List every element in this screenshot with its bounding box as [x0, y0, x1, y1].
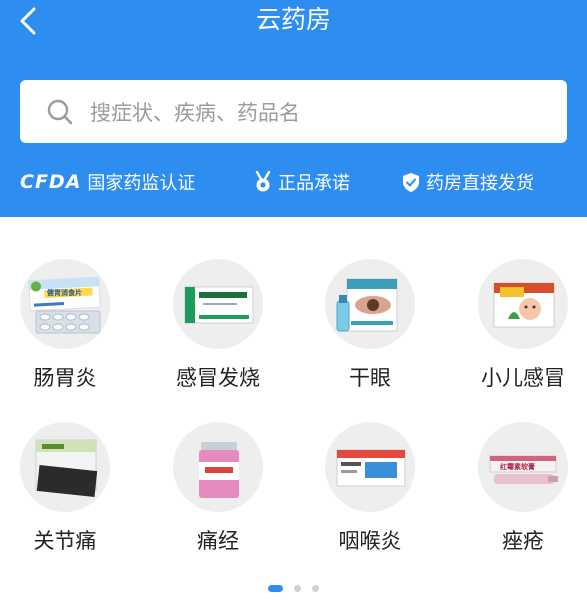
page-title: 云药房 — [255, 5, 331, 34]
category-dysmenorrhea[interactable]: 痛经 — [163, 422, 273, 572]
category-label: 感冒发烧 — [176, 366, 260, 390]
category-acne[interactable]: 红霉素软膏 痤疮 — [468, 422, 578, 572]
page-indicator — [0, 585, 587, 593]
category-label: 痛经 — [197, 529, 239, 553]
product-image — [478, 259, 568, 349]
category-joint-pain[interactable]: 关节痛 — [10, 422, 120, 572]
category-cold-fever[interactable]: 感冒发烧 — [163, 259, 273, 409]
product-image: 红霉素软膏 — [478, 422, 568, 512]
badge-direct: 药房直接发货 — [402, 169, 534, 195]
header: 云药房 搜症状、疾病、药品名 CFDA 国家药监认证 正品承诺 药房直接发货 — [0, 0, 587, 217]
product-image — [173, 259, 263, 349]
category-label: 咽喉炎 — [338, 529, 402, 553]
category-label: 痤疮 — [502, 529, 544, 553]
category-pharyngitis[interactable]: 咽喉炎 — [315, 422, 425, 572]
medal-icon — [255, 171, 271, 192]
product-image — [20, 422, 110, 512]
category-label: 小儿感冒 — [481, 366, 565, 390]
search-icon — [46, 97, 76, 127]
category-label: 肠胃炎 — [33, 366, 97, 390]
product-image — [325, 259, 415, 349]
category-label: 关节痛 — [33, 529, 97, 553]
badge-cfda-label: 国家药监认证 — [87, 173, 196, 194]
cfda-logo: CFDA — [20, 171, 82, 193]
category-child-cold[interactable]: 小儿感冒 — [468, 259, 578, 409]
product-box-text: 红霉素软膏 — [500, 462, 535, 471]
search-placeholder: 搜症状、疾病、药品名 — [90, 100, 300, 125]
badge-direct-label: 药房直接发货 — [426, 173, 534, 194]
product-box-text: 健胃消食片 — [47, 288, 82, 297]
product-image: 健胃消食片 — [20, 259, 110, 349]
category-label: 干眼 — [349, 366, 391, 390]
trust-badges: CFDA 国家药监认证 正品承诺 药房直接发货 — [0, 167, 587, 197]
badge-genuine: 正品承诺 — [254, 169, 350, 195]
shield-check-icon — [403, 172, 419, 192]
product-image — [173, 422, 263, 512]
badge-genuine-label: 正品承诺 — [278, 173, 350, 194]
product-image — [325, 422, 415, 512]
page-dot-2[interactable] — [294, 585, 301, 592]
search-input[interactable]: 搜症状、疾病、药品名 — [20, 80, 567, 143]
page-dot-3[interactable] — [312, 585, 319, 592]
category-gastroenteritis[interactable]: 健胃消食片 肠胃炎 — [10, 259, 120, 409]
category-dry-eye[interactable]: 干眼 — [315, 259, 425, 409]
badge-cfda: CFDA 国家药监认证 — [20, 169, 195, 195]
page-dot-1[interactable] — [268, 585, 283, 592]
